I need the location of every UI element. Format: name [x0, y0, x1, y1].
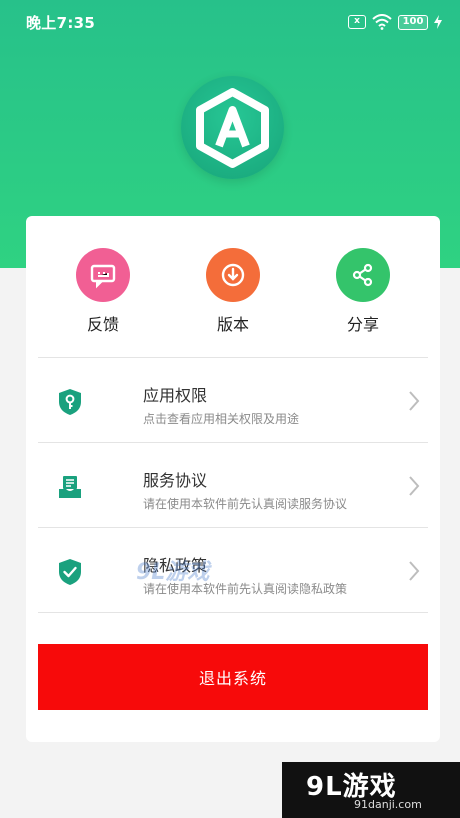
chevron-right-icon: [409, 561, 420, 581]
status-time: 晚上7:35: [26, 13, 96, 32]
feedback-icon: [76, 248, 130, 302]
divider: [38, 612, 428, 613]
menu-item-privacy-policy[interactable]: 隐私政策 请在使用本软件前先认真阅读隐私政策: [38, 528, 428, 612]
document-tray-icon: [59, 476, 81, 498]
watermark-url: 91danji.com: [354, 798, 422, 811]
version-label: 版本: [216, 315, 249, 334]
watermark-faint: 9L游戏: [136, 560, 210, 585]
logout-button[interactable]: 退出系统: [38, 644, 428, 710]
feedback-button[interactable]: 反馈: [58, 248, 148, 335]
battery-icon: 100: [398, 14, 428, 30]
chevron-right-icon: [409, 476, 420, 496]
app-logo: [181, 76, 284, 179]
menu-item-title: 服务协议: [143, 471, 208, 490]
version-button[interactable]: 版本: [188, 248, 278, 335]
key-shield-icon: [59, 389, 81, 415]
menu-item-subtitle: 请在使用本软件前先认真阅读服务协议: [143, 497, 348, 511]
menu-item-permissions[interactable]: 应用权限 点击查看应用相关权限及用途: [38, 358, 428, 442]
download-icon: [206, 248, 260, 302]
share-label: 分享: [346, 315, 379, 334]
charging-icon: [434, 15, 442, 29]
check-shield-icon: [59, 559, 81, 585]
menu-item-title: 应用权限: [143, 386, 208, 405]
feedback-label: 反馈: [86, 315, 119, 334]
sim-icon: x: [348, 15, 366, 29]
main-card: 反馈 版本 分享 应用权限 点击查看应用相关权限及用途 服务协议 请在使用本软件…: [26, 216, 440, 742]
watermark: 9L游戏 91danji.com: [282, 762, 460, 818]
menu-item-service-agreement[interactable]: 服务协议 请在使用本软件前先认真阅读服务协议: [38, 443, 428, 527]
share-icon: [336, 248, 390, 302]
chevron-right-icon: [409, 391, 420, 411]
status-bar: 晚上7:35 x 100: [0, 0, 460, 44]
menu-item-subtitle: 点击查看应用相关权限及用途: [143, 412, 300, 426]
share-button[interactable]: 分享: [318, 248, 408, 335]
app-logo-icon: [196, 88, 269, 168]
status-icons: x 100: [348, 14, 442, 30]
wifi-icon: [372, 14, 392, 30]
